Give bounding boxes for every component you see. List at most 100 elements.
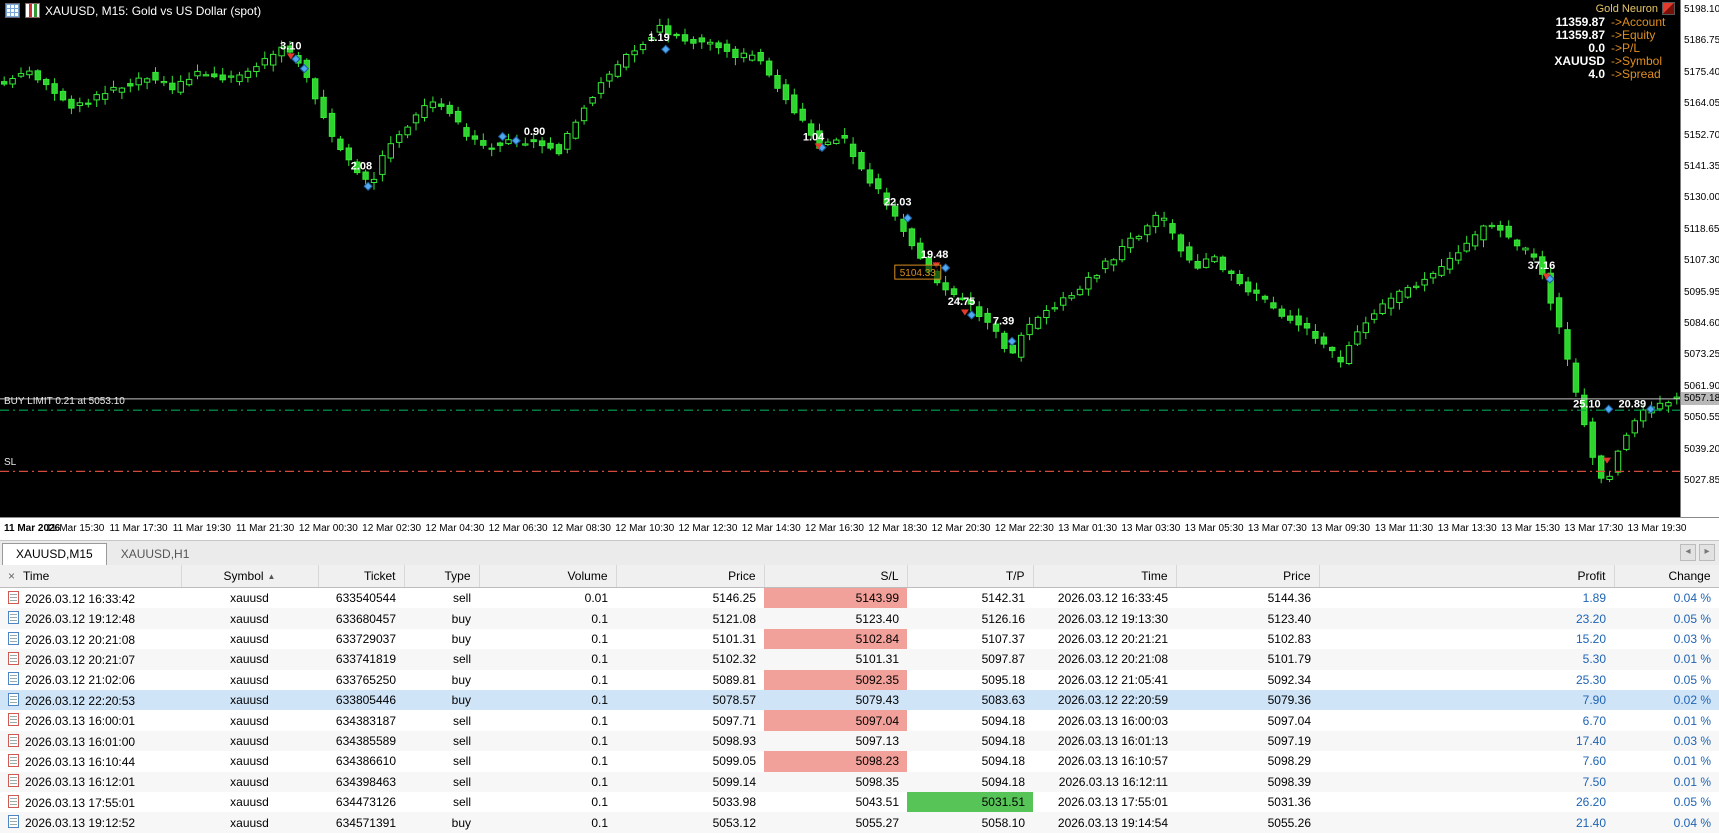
history-row[interactable]: 2026.03.12 19:12:48 xauusd 633680457 buy 0.1… bbox=[0, 608, 1719, 629]
cell-volume: 0.1 bbox=[479, 690, 616, 711]
chart-area[interactable]: 3.10 2.08 0.90 1.19 1.04 22.03 19.48 24.75 7.39 3… bbox=[0, 0, 1719, 517]
cell-change: 0.01 % bbox=[1614, 771, 1719, 793]
cell-ticket: 634386610 bbox=[335, 754, 396, 769]
cell-type: sell bbox=[452, 754, 471, 769]
cell-symbol: xauusd bbox=[230, 754, 269, 769]
time-tick: 13 Mar 05:30 bbox=[1184, 523, 1244, 534]
chart-title: XAUUSD, M15: Gold vs US Dollar (spot) bbox=[45, 3, 262, 18]
cell-time2: 2026.03.13 16:12:11 bbox=[1033, 771, 1176, 793]
cell-time: 2026.03.12 20:21:07 bbox=[0, 649, 181, 670]
cell-time2: 2026.03.12 19:13:30 bbox=[1033, 608, 1176, 629]
chart-symbol-icon bbox=[25, 3, 40, 18]
history-row[interactable]: 2026.03.13 16:01:00 xauusd 634385589 sell 0.… bbox=[0, 730, 1719, 752]
cell-sl: 5097.04 bbox=[764, 710, 907, 731]
price-tick: 5050.55 bbox=[1684, 412, 1719, 424]
time-axis[interactable]: 11 Mar 2026 11 Mar 15:30 11 Mar 17:30 11 Ma… bbox=[0, 517, 1719, 540]
chart-tab-xauusd-m15[interactable]: XAUUSD,M15 bbox=[2, 543, 107, 565]
cell-profit: 5.30 bbox=[1319, 649, 1614, 670]
history-row[interactable]: 2026.03.12 16:33:42 xauusd 633540544 sell 0.… bbox=[0, 587, 1719, 609]
cell-volume: 0.1 bbox=[479, 730, 616, 752]
cell-symbol: xauusd bbox=[181, 730, 318, 752]
cell-time: 2026.03.12 20:21:08 bbox=[0, 629, 181, 649]
cell-change: 0.01 % bbox=[1673, 754, 1711, 769]
column-header-time-close[interactable]: Time bbox=[1033, 565, 1177, 588]
chart-tab-xauusd-h1[interactable]: XAUUSD,H1 bbox=[107, 543, 204, 565]
tab-scroll-left-icon[interactable]: ◂ bbox=[1680, 544, 1696, 561]
price-scale[interactable]: 5057.18 5198.10 5186.75 5175.40 5164.05 5152… bbox=[1680, 0, 1719, 517]
cell-sl: 5101.31 bbox=[764, 649, 907, 670]
column-header-t-p[interactable]: T/P bbox=[907, 565, 1034, 588]
trade-history-panel: × Time Symbol ▲ Ticket Type Volume Price S/L T/P T… bbox=[0, 565, 1719, 833]
order-buy-icon bbox=[8, 631, 19, 645]
cell-sl: 5043.51 bbox=[855, 795, 899, 810]
time-tick: 12 Mar 16:30 bbox=[805, 523, 864, 534]
cell-price2: 5055.26 bbox=[1176, 812, 1319, 833]
history-row[interactable]: 2026.03.12 20:21:07 xauusd 633741819 sell 0.… bbox=[0, 649, 1719, 670]
history-row[interactable]: 2026.03.13 16:12:01 xauusd 634398463 sell 0.… bbox=[0, 771, 1719, 793]
cell-type: buy bbox=[404, 812, 479, 833]
cell-time: 2026.03.13 16:00:01 bbox=[0, 710, 181, 730]
column-header-price-close[interactable]: Price bbox=[1176, 565, 1320, 588]
order-price-tag: 5104.33 bbox=[894, 264, 942, 280]
svg-text:2.08: 2.08 bbox=[351, 161, 372, 173]
history-row[interactable]: 2026.03.13 17:55:01 xauusd 634473126 sell 0.… bbox=[0, 792, 1719, 813]
cell-price: 5102.32 bbox=[616, 649, 764, 670]
tab-scroll-right-icon[interactable]: ▸ bbox=[1699, 544, 1715, 561]
tab-scroll-buttons: ◂ ▸ bbox=[1680, 544, 1715, 561]
column-header-change-close[interactable]: Change bbox=[1614, 565, 1719, 588]
column-header-ticket[interactable]: Ticket bbox=[318, 565, 405, 588]
column-header-volume[interactable]: Volume bbox=[479, 565, 617, 588]
history-row[interactable]: 2026.03.12 21:02:06 xauusd 633765250 buy 0.1… bbox=[0, 669, 1719, 691]
cell-volume: 0.1 bbox=[479, 649, 616, 670]
column-header-type[interactable]: Type bbox=[404, 565, 480, 588]
column-header-price[interactable]: Price bbox=[616, 565, 765, 588]
column-header-s-l[interactable]: S/L bbox=[764, 565, 908, 588]
cell-price2: 5097.04 bbox=[1267, 713, 1311, 728]
time-tick: 12 Mar 04:30 bbox=[425, 523, 485, 534]
cell-time-text: 2026.03.13 17:55:01 bbox=[25, 795, 136, 810]
price-tick: 5186.75 bbox=[1684, 35, 1719, 47]
cell-time-text: 2026.03.12 22:20:53 bbox=[25, 693, 136, 708]
cell-profit: 25.30 bbox=[1575, 672, 1606, 687]
history-row[interactable]: 2026.03.12 20:21:08 xauusd 633729037 buy 0.1… bbox=[0, 628, 1719, 650]
cell-price2: 5123.40 bbox=[1176, 608, 1319, 629]
cell-profit: 26.20 bbox=[1575, 795, 1606, 810]
price-tick: 5027.85 bbox=[1684, 475, 1719, 487]
cell-time-text: 2026.03.12 20:21:07 bbox=[25, 652, 136, 667]
cell-time: 2026.03.13 16:10:44 bbox=[0, 751, 181, 771]
cell-time-text: 2026.03.13 16:00:01 bbox=[25, 714, 136, 729]
cell-profit: 7.60 bbox=[1582, 754, 1606, 769]
price-tick: 5118.65 bbox=[1684, 223, 1719, 235]
cell-tp: 5126.16 bbox=[907, 608, 1033, 629]
history-row[interactable]: 2026.03.12 22:20:53 xauusd 633805446 buy 0.1… bbox=[0, 690, 1719, 711]
cell-time-text: 2026.03.12 20:21:08 bbox=[25, 632, 136, 647]
cell-symbol: xauusd bbox=[181, 690, 318, 711]
cell-time2: 2026.03.12 20:21:08 bbox=[1033, 649, 1176, 670]
history-row[interactable]: 2026.03.13 19:12:52 xauusd 634571391 buy 0.1… bbox=[0, 812, 1719, 833]
history-row[interactable]: 2026.03.13 16:10:44 xauusd 634386610 sell 0.… bbox=[0, 751, 1719, 772]
column-header-symbol[interactable]: Symbol ▲ bbox=[181, 565, 319, 588]
cell-sl: 5098.35 bbox=[764, 771, 907, 793]
candlestick-chart[interactable]: 3.10 2.08 0.90 1.19 1.04 22.03 19.48 24.75 7.39 3… bbox=[0, 0, 1681, 517]
cell-time2: 2026.03.13 16:00:03 bbox=[1057, 713, 1168, 728]
cell-price: 5101.31 bbox=[712, 632, 756, 647]
stat-value: 4.0 bbox=[1588, 67, 1605, 81]
cell-ticket: 633765250 bbox=[335, 672, 396, 687]
cell-time: 2026.03.12 16:33:42 bbox=[0, 588, 181, 609]
column-header-time[interactable]: × Time bbox=[0, 565, 182, 588]
cell-profit: 7.90 bbox=[1319, 690, 1614, 711]
cell-sl: 5098.23 bbox=[764, 751, 907, 772]
history-row[interactable]: 2026.03.13 16:00:01 xauusd 634383187 sell 0.… bbox=[0, 710, 1719, 731]
cell-sl: 5055.27 bbox=[764, 812, 907, 833]
cell-volume: 0.1 bbox=[479, 771, 616, 793]
cell-change: 0.04 % bbox=[1614, 812, 1719, 833]
column-header-profit-close[interactable]: Profit bbox=[1319, 565, 1615, 588]
order-buy-icon bbox=[8, 672, 19, 686]
cell-time: 2026.03.12 22:20:53 bbox=[0, 690, 181, 711]
sell-arrows bbox=[286, 53, 1611, 464]
cell-time2: 2026.03.12 21:05:41 bbox=[1057, 672, 1168, 687]
cell-volume: 0.1 bbox=[479, 608, 616, 629]
cell-ticket: 634473126 bbox=[335, 795, 396, 810]
close-panel-button[interactable]: × bbox=[8, 569, 15, 583]
gold-neuron-panel: Gold Neuron 11359.87 ->Account 11359.87 ->E… bbox=[1554, 2, 1675, 81]
